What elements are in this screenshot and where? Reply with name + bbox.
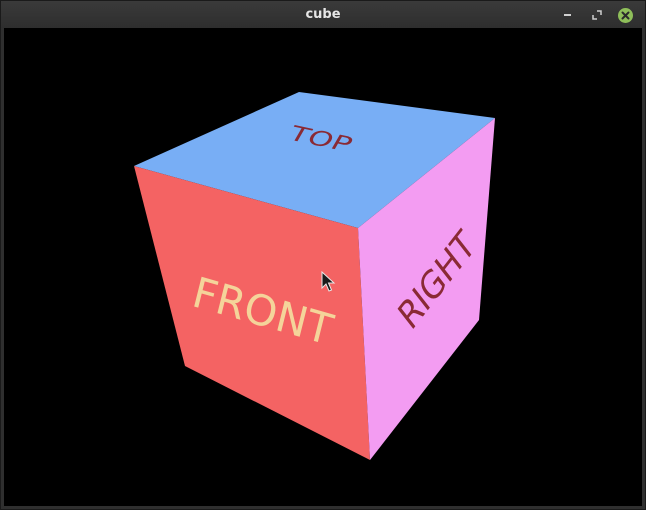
cube-scene: TOP FRONT RIGHT <box>134 92 495 460</box>
minimize-icon <box>563 14 571 16</box>
app-window: cube TOP FRONT RIGHT <box>0 0 646 510</box>
close-icon <box>617 7 633 23</box>
maximize-button[interactable] <box>587 5 607 25</box>
minimize-button[interactable] <box>557 5 577 25</box>
title-bar[interactable]: cube <box>1 1 645 28</box>
maximize-icon <box>592 10 602 20</box>
close-button[interactable] <box>615 5 635 25</box>
window-title: cube <box>305 7 341 22</box>
render-viewport[interactable]: TOP FRONT RIGHT <box>4 28 642 506</box>
